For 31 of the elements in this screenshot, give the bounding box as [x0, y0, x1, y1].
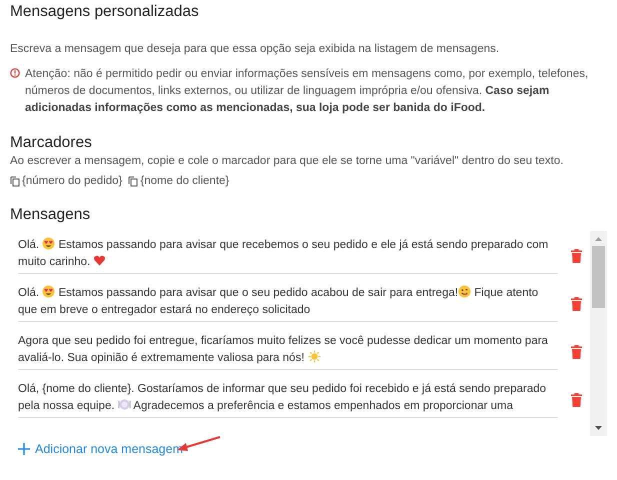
- sun-emoji-icon: [308, 350, 321, 363]
- copy-icon[interactable]: [128, 176, 138, 186]
- section-title: Marcadores: [10, 134, 93, 152]
- trash-icon[interactable]: [571, 392, 582, 406]
- scrollbar-thumb[interactable]: [592, 246, 605, 308]
- heart-emoji-icon: [93, 254, 106, 267]
- add-message-button[interactable]: Adicionar nova mensagem: [18, 442, 183, 456]
- trash-icon[interactable]: [571, 344, 582, 358]
- message-text: Agora que seu pedido foi entregue, ficaríamos muito felizes se você pudesse dedicar um momento para avaliá-lo. Sua opinião é extremamente valiosa para nós!: [18, 333, 558, 370]
- scrollbar[interactable]: [590, 231, 607, 436]
- heart-eyes-emoji-icon: [42, 237, 56, 250]
- scroll-down-icon[interactable]: [595, 426, 602, 430]
- trash-icon[interactable]: [571, 296, 582, 310]
- message-text: Olá, {nome do cliente}. Gostaríamos de informar que seu pedido foi recebido e já está sendo preparado pela nossa equipe. Agradecemos a preferência e estamos empenhados em proporcionar uma: [18, 381, 558, 418]
- plus-icon: [18, 443, 30, 455]
- description-text: Escreva a mensagem que deseja para que essa opção seja exibida na listagem de mensagens.: [10, 42, 500, 56]
- message-text: Olá. Estamos passando para avisar que o seu pedido acabou de sair para entrega! Fique atento que em breve o entregador estará no endereço solicitado: [18, 285, 558, 322]
- plate-emoji-icon: [118, 398, 131, 411]
- copy-icon[interactable]: [10, 176, 20, 186]
- marker-text: {nome do cliente}: [140, 175, 230, 187]
- section-title: Mensagens: [10, 206, 92, 224]
- trash-icon[interactable]: [571, 248, 582, 262]
- warning-text: Atenção: não é permitido pedir ou enviar informações sensíveis em mensagens como, por exemplo, telefones, números de documentos, links externos, ou utilizar de linguagem imprópria e/ou ofensiva. Caso sejam adicionadas informações como as mencionadas, sua loja pode ser banida do iFood.: [25, 67, 590, 116]
- scroll-up-icon[interactable]: [595, 237, 602, 241]
- info-icon: [10, 68, 20, 78]
- page-title: Mensagens personalizadas: [10, 3, 200, 21]
- marker-text: {número do pedido}: [22, 175, 122, 187]
- message-text: Olá. Estamos passando para avisar que recebemos o seu pedido e ele já está sendo preparado com muito carinho.: [18, 237, 558, 274]
- markers-description: Ao escrever a mensagem, copie e cole o marcador para que ele se torne uma "variável" dentro do seu texto.: [10, 154, 564, 168]
- heart-eyes-emoji-icon: [42, 285, 56, 298]
- smiling-face-emoji-icon: [458, 285, 472, 298]
